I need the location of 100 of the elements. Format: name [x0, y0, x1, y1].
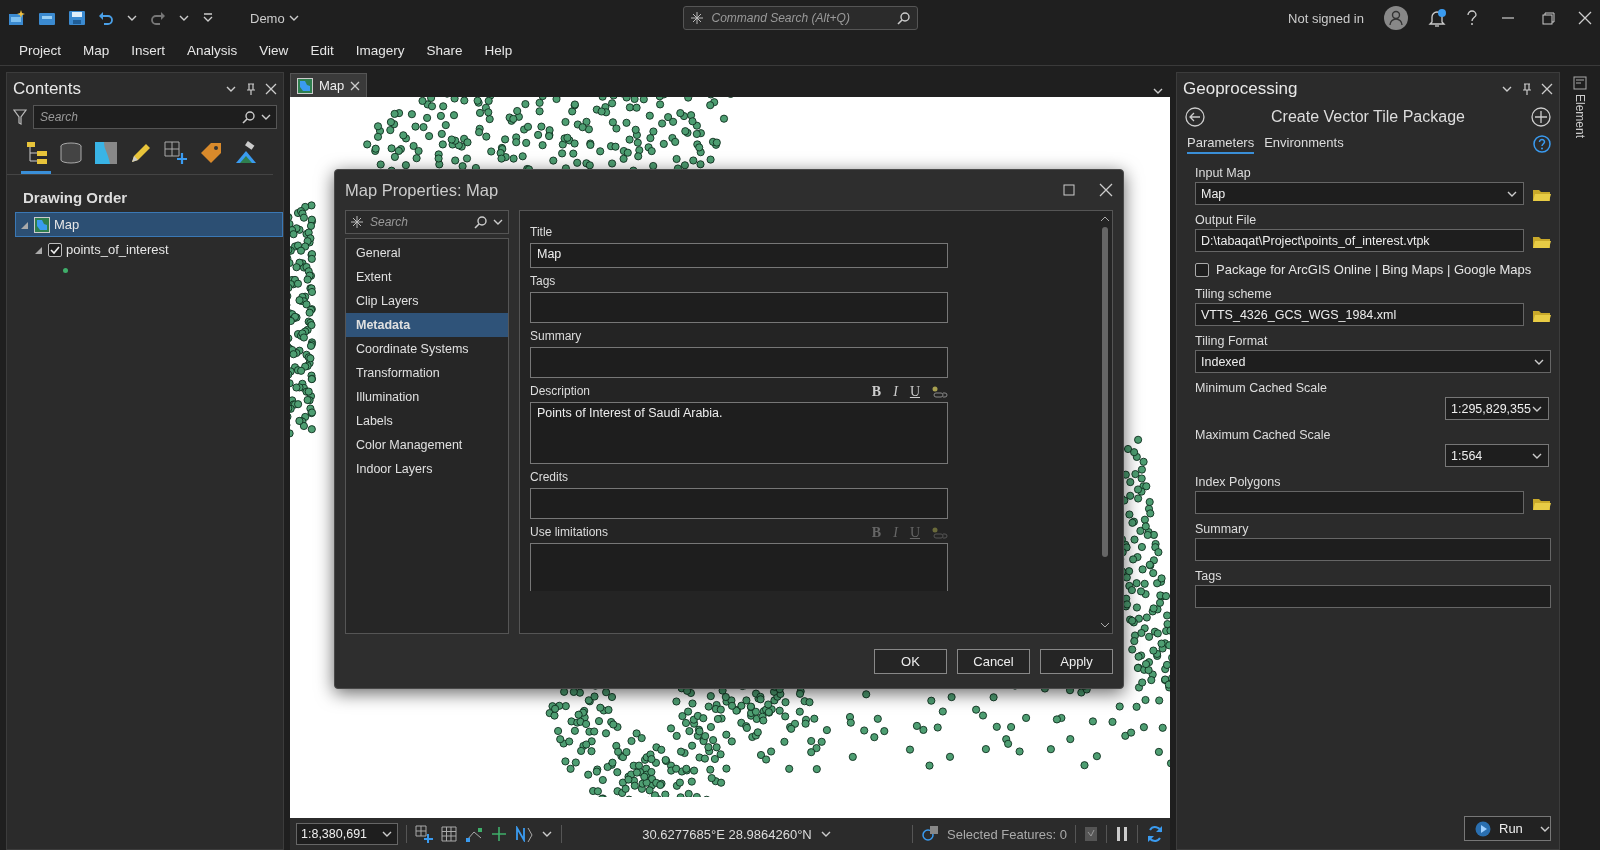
view-tab[interactable]: [21, 139, 51, 174]
back-icon[interactable]: [1185, 107, 1205, 127]
text-field[interactable]: [1195, 538, 1551, 561]
page-item[interactable]: Transformation: [346, 361, 508, 385]
checkbox[interactable]: [48, 242, 62, 257]
page-item[interactable]: Labels: [346, 409, 508, 433]
text-field[interactable]: [530, 347, 948, 378]
open-project-icon[interactable]: [38, 10, 56, 26]
search-field[interactable]: Search: [33, 105, 277, 129]
tree-item[interactable]: points_of_interest: [29, 237, 283, 262]
pin-icon[interactable]: [1521, 82, 1533, 96]
north-arrow-icon[interactable]: [515, 826, 533, 842]
scale-dropdown[interactable]: 1:295,829,355: [1445, 397, 1549, 420]
tab[interactable]: Parameters: [1187, 133, 1255, 154]
menu-item[interactable]: Analysis: [176, 39, 249, 62]
checkbox[interactable]: [1195, 262, 1209, 277]
dropdown[interactable]: Indexed: [1195, 350, 1551, 373]
dropdown[interactable]: Map: [1195, 182, 1524, 205]
selected-features-count: Selected Features: 0: [947, 826, 1067, 842]
project-dropdown[interactable]: Demo: [244, 9, 306, 27]
page-item[interactable]: Indoor Layers: [346, 457, 508, 481]
pin-icon[interactable]: [245, 82, 257, 96]
caret-icon[interactable]: [1100, 215, 1110, 223]
search-icon[interactable]: [896, 11, 911, 25]
tree-item[interactable]: Map: [15, 212, 283, 237]
format-button[interactable]: U: [909, 384, 920, 400]
snapping-icon[interactable]: [465, 826, 483, 842]
menu-item[interactable]: Project: [8, 39, 73, 62]
map-tab[interactable]: Map: [290, 73, 368, 97]
search-input[interactable]: Search: [368, 214, 470, 230]
text-field[interactable]: Map: [530, 243, 948, 268]
user-avatar-icon[interactable]: [1384, 6, 1408, 30]
scale-dropdown[interactable]: 1:8,380,691: [296, 823, 398, 845]
run-button[interactable]: Run: [1464, 816, 1551, 841]
search-icon[interactable]: [242, 110, 256, 124]
refresh-icon[interactable]: [1146, 825, 1164, 843]
format-button[interactable]: I: [893, 384, 898, 400]
close-icon[interactable]: [1541, 83, 1553, 95]
dialog-button[interactable]: Apply: [1040, 648, 1113, 674]
menu-item[interactable]: Help: [473, 39, 524, 62]
menu-item[interactable]: Map: [72, 39, 121, 62]
page-item[interactable]: Clip Layers: [346, 289, 508, 313]
new-project-icon[interactable]: [8, 10, 26, 26]
scale-dropdown[interactable]: 1:564: [1445, 444, 1549, 467]
search-input[interactable]: Search: [38, 109, 238, 125]
page-item[interactable]: Color Management: [346, 433, 508, 457]
panel-title: Geoprocessing: [1183, 79, 1299, 99]
grid-plus-icon[interactable]: [415, 825, 433, 843]
selection-table-icon[interactable]: [1084, 826, 1098, 842]
text-field[interactable]: [1195, 585, 1551, 608]
redo-icon[interactable]: [150, 11, 166, 25]
dialog-button[interactable]: OK: [874, 648, 947, 674]
search-input[interactable]: Command Search (Alt+Q): [709, 10, 891, 26]
sign-in-status[interactable]: Not signed in: [1288, 10, 1364, 26]
section-heading: Drawing Order: [22, 188, 129, 208]
dialog-button[interactable]: Cancel: [957, 648, 1030, 674]
customize-icon[interactable]: [202, 12, 214, 24]
search-icon[interactable]: [474, 215, 488, 229]
close-icon[interactable]: [1099, 183, 1113, 197]
field-label: Credits: [530, 470, 568, 484]
menu-item[interactable]: Edit: [299, 39, 345, 62]
grid-icon[interactable]: [441, 826, 457, 842]
page-item[interactable]: Metadata: [346, 313, 508, 337]
link-icon[interactable]: [932, 386, 948, 398]
text-field[interactable]: [530, 543, 948, 591]
element-pane-icon[interactable]: [1573, 76, 1587, 90]
tab[interactable]: Environments: [1264, 133, 1344, 154]
pause-icon[interactable]: [1115, 826, 1129, 842]
crosshair-icon[interactable]: [491, 826, 507, 842]
undo-icon[interactable]: [98, 11, 114, 25]
page-item[interactable]: Illumination: [346, 385, 508, 409]
side-tab[interactable]: Element: [1573, 94, 1587, 139]
page-item[interactable]: General: [346, 241, 508, 265]
menu-item[interactable]: Insert: [120, 39, 177, 62]
search-field[interactable]: Search: [345, 210, 509, 234]
help-icon[interactable]: [1533, 134, 1551, 153]
help-icon[interactable]: [1466, 10, 1478, 26]
format-button[interactable]: B: [871, 384, 882, 400]
save-icon[interactable]: [68, 10, 86, 26]
menu-item[interactable]: Share: [415, 39, 474, 62]
page-item[interactable]: Extent: [346, 265, 508, 289]
add-icon[interactable]: [1531, 107, 1551, 127]
text-field[interactable]: Points of Interest of Saudi Arabia.: [530, 402, 948, 464]
text-field[interactable]: [530, 488, 948, 519]
command-search-field[interactable]: Command Search (Alt+Q): [682, 6, 918, 30]
maximize-icon[interactable]: [1063, 184, 1075, 196]
page-item[interactable]: Coordinate Systems: [346, 337, 508, 361]
text-field[interactable]: VTTS_4326_GCS_WGS_1984.xml: [1195, 303, 1524, 326]
close-icon[interactable]: [1578, 11, 1592, 25]
close-icon[interactable]: [350, 80, 361, 91]
close-icon[interactable]: [265, 83, 277, 95]
text-field[interactable]: D:\tabaqat\Project\points_of_interest.vtpk: [1195, 229, 1524, 252]
menu-item[interactable]: Imagery: [344, 39, 416, 62]
notification-icon[interactable]: [1428, 9, 1446, 27]
caret-icon[interactable]: [1100, 621, 1110, 629]
menu-item[interactable]: View: [248, 39, 300, 62]
filter-icon[interactable]: [13, 109, 27, 125]
text-field[interactable]: [530, 292, 948, 323]
text-field[interactable]: [1195, 491, 1524, 514]
selection-icon[interactable]: [921, 825, 940, 843]
